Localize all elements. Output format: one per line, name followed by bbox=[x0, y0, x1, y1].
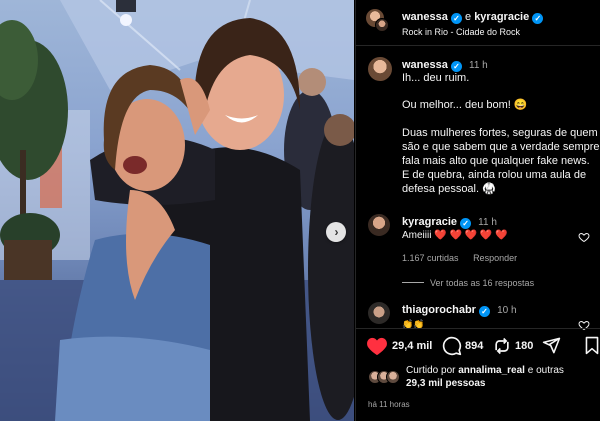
carousel-next-icon: › bbox=[334, 225, 339, 239]
liked-by-prefix: Curtido por bbox=[406, 365, 456, 376]
caption-line: Ou melhor... deu bom! 😄 bbox=[402, 99, 528, 111]
header-username-1[interactable]: wanessa bbox=[402, 11, 448, 23]
caption-line: E de quebra, ainda rolou uma aula de bbox=[402, 169, 587, 181]
post-header: wanessa ✓ e kyragracie ✓ Rock in Rio - C… bbox=[356, 0, 600, 46]
comment-likes[interactable]: 1.167 curtidas bbox=[402, 253, 459, 263]
verified-icon: ✓ bbox=[532, 13, 544, 24]
comment-count[interactable]: 894 bbox=[465, 339, 483, 353]
liked-by-user[interactable]: annalima_real bbox=[458, 365, 525, 376]
comment-username[interactable]: thiagorochabr bbox=[402, 304, 476, 316]
header-joiner: e bbox=[465, 11, 472, 23]
liked-by-count[interactable]: 29,3 mil pessoas bbox=[406, 377, 486, 391]
comment-avatar[interactable] bbox=[368, 214, 390, 236]
comment-text: Ameiiii ❤️ ❤️ ❤️ ❤️ ❤️ bbox=[402, 230, 508, 241]
verified-icon: ✓ bbox=[460, 218, 472, 229]
liked-by-middle: e outras bbox=[527, 365, 564, 376]
comment-like-icon[interactable] bbox=[578, 231, 590, 243]
location-link[interactable]: Rock in Rio - Cidade do Rock bbox=[402, 25, 520, 39]
avatar[interactable] bbox=[375, 18, 389, 32]
comment-icon[interactable] bbox=[442, 336, 462, 356]
replies-divider bbox=[402, 282, 424, 283]
caption-time: 11 h bbox=[469, 60, 488, 71]
repost-icon[interactable] bbox=[492, 336, 512, 356]
comment-time: 11 h bbox=[478, 217, 497, 228]
caption-username[interactable]: wanessa bbox=[402, 59, 448, 71]
heart-icon[interactable] bbox=[366, 336, 388, 356]
comment-time: 10 h bbox=[497, 305, 517, 316]
comment-like-icon[interactable] bbox=[578, 319, 590, 331]
caption-line: defesa pessoal. 🥋 bbox=[402, 183, 496, 195]
liked-by-avatar bbox=[386, 370, 400, 384]
comment-username[interactable]: kyragracie bbox=[402, 216, 457, 228]
caption-line: são e que sabem que a verdade sempre bbox=[402, 141, 600, 153]
verified-icon: ✓ bbox=[450, 13, 462, 24]
post-photo[interactable]: › bbox=[0, 0, 354, 421]
caption-line: Duas mulheres fortes, seguras de quem bbox=[402, 127, 598, 139]
header-username-2[interactable]: kyragracie bbox=[474, 11, 529, 23]
caption-avatar[interactable] bbox=[368, 57, 392, 81]
share-icon[interactable] bbox=[542, 336, 561, 355]
repost-count[interactable]: 180 bbox=[515, 339, 533, 353]
view-replies-button[interactable]: Ver todas as 16 respostas bbox=[430, 276, 534, 290]
caption-line: fala mais alto que qualquer fake news. bbox=[402, 155, 590, 167]
verified-icon: ✓ bbox=[479, 306, 491, 317]
save-icon[interactable] bbox=[584, 336, 600, 355]
post-timestamp[interactable]: há 11 horas bbox=[368, 398, 410, 412]
comment-avatar[interactable] bbox=[368, 302, 390, 324]
caption-line: Ih... deu ruim. bbox=[402, 72, 470, 84]
photo-illustration bbox=[0, 0, 354, 421]
carousel-next-button[interactable]: › bbox=[326, 222, 346, 242]
post-panel: wanessa ✓ e kyragracie ✓ Rock in Rio - C… bbox=[355, 0, 600, 421]
like-count[interactable]: 29,4 mil bbox=[392, 339, 432, 353]
reply-button[interactable]: Responder bbox=[473, 253, 517, 263]
actions-divider bbox=[356, 328, 600, 329]
